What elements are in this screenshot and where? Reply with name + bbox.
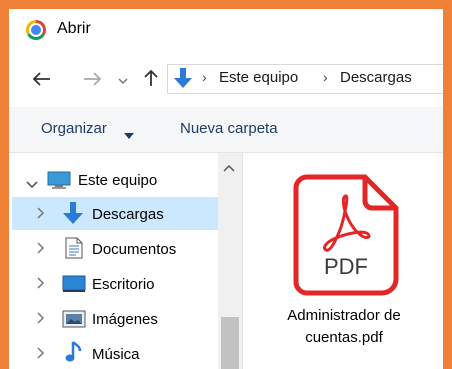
- desktop-icon: [62, 275, 86, 298]
- expand-chevron-right-icon[interactable]: [37, 347, 45, 362]
- sidebar-item-documentos[interactable]: Documentos: [92, 241, 176, 258]
- new-folder-button[interactable]: Nueva carpeta: [180, 120, 278, 137]
- chrome-logo-icon: [26, 20, 46, 40]
- pane-divider: [242, 153, 243, 369]
- breadcrumb-descargas[interactable]: Descargas: [340, 69, 412, 86]
- sidebar-item-este-equipo[interactable]: Este equipo: [78, 172, 157, 189]
- expand-chevron-down-icon[interactable]: [26, 176, 38, 194]
- breadcrumb-este-equipo[interactable]: Este equipo: [219, 69, 298, 86]
- breadcrumb-separator: ›: [202, 69, 207, 85]
- back-arrow-icon[interactable]: [31, 71, 51, 92]
- scrollbar-thumb[interactable]: [221, 317, 239, 369]
- sidebar-item-imagenes[interactable]: Imágenes: [92, 311, 158, 328]
- sidebar-item-descargas[interactable]: Descargas: [92, 206, 164, 223]
- sidebar-item-musica[interactable]: Música: [92, 346, 140, 363]
- breadcrumb-separator: ›: [323, 69, 328, 85]
- expand-chevron-right-icon[interactable]: [37, 312, 45, 327]
- organize-dropdown-icon[interactable]: [124, 126, 134, 144]
- file-name-label[interactable]: Administrador de cuentas.pdf: [259, 305, 429, 349]
- pdf-file-icon[interactable]: PDF: [293, 174, 399, 296]
- download-arrow-icon: [62, 202, 84, 231]
- download-folder-icon: [173, 68, 193, 95]
- image-icon: [62, 310, 86, 333]
- computer-icon: [47, 171, 71, 194]
- expand-chevron-right-icon[interactable]: [37, 207, 45, 222]
- open-file-dialog: Abrir › Este equipo › Descargas Organiza…: [0, 0, 452, 369]
- music-icon: [65, 340, 83, 369]
- sidebar-item-escritorio[interactable]: Escritorio: [92, 276, 155, 293]
- document-icon: [65, 237, 83, 264]
- recent-locations-chevron-icon[interactable]: [117, 73, 129, 91]
- window-title: Abrir: [57, 20, 91, 37]
- expand-chevron-right-icon[interactable]: [37, 242, 45, 257]
- up-arrow-icon[interactable]: [143, 69, 159, 92]
- scroll-up-arrow-icon[interactable]: [223, 159, 235, 177]
- pdf-type-label: PDF: [324, 254, 368, 279]
- forward-arrow-icon[interactable]: [83, 71, 103, 92]
- expand-chevron-right-icon[interactable]: [37, 277, 45, 292]
- organize-button[interactable]: Organizar: [41, 120, 107, 137]
